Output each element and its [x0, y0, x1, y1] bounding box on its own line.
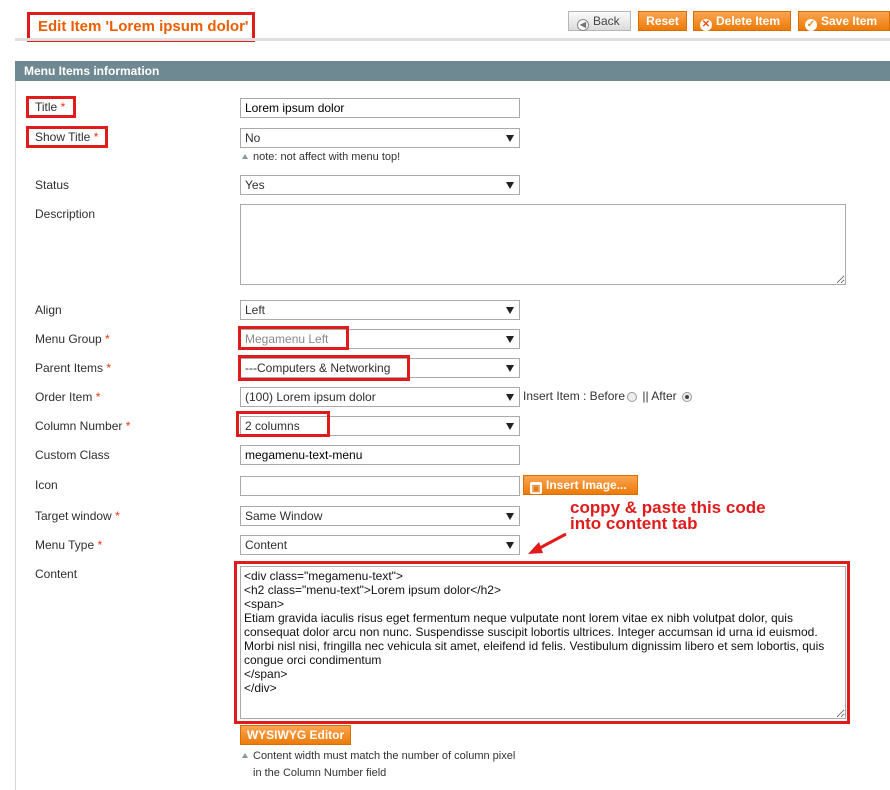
back-button[interactable]: ◀ Back: [568, 11, 631, 31]
icon-label: Icon: [35, 478, 58, 492]
dropdown-arrow-icon: [506, 336, 514, 343]
target-window-label: Target window *: [35, 509, 120, 523]
dropdown-arrow-icon: [506, 365, 514, 372]
reset-button-label: Reset: [646, 14, 679, 28]
insert-image-button[interactable]: ▣ Insert Image...: [523, 475, 638, 495]
align-label: Align: [35, 303, 62, 317]
show-title-label: Show Title *: [26, 126, 108, 148]
parent-items-label: Parent Items *: [35, 361, 112, 375]
section-header: Menu Items information: [15, 61, 890, 81]
custom-class-label: Custom Class: [35, 448, 110, 462]
wysiwyg-editor-label: WYSIWYG Editor: [246, 728, 345, 742]
insert-image-label: Insert Image...: [546, 478, 627, 492]
align-select[interactable]: Left: [240, 300, 520, 320]
dropdown-arrow-icon: [506, 394, 514, 401]
content-note: Content width must match the number of c…: [242, 750, 515, 762]
save-check-icon: ✓: [805, 19, 817, 31]
content-note-line2: in the Column Number field: [253, 767, 387, 779]
order-item-label: Order Item *: [35, 390, 101, 404]
dropdown-arrow-icon: [506, 307, 514, 314]
annotation-text: coppy & paste this code into content tab: [570, 498, 766, 533]
title-input[interactable]: [240, 98, 520, 118]
title-divider: [15, 38, 890, 41]
delete-item-button[interactable]: ✕ Delete Item: [693, 11, 791, 31]
dropdown-arrow-icon: [506, 182, 514, 189]
content-label: Content: [35, 567, 78, 581]
note-triangle-icon: [242, 753, 248, 758]
icon-input[interactable]: [240, 476, 520, 496]
dropdown-arrow-icon: [506, 542, 514, 549]
description-textarea[interactable]: [240, 204, 846, 285]
dropdown-arrow-icon: [506, 423, 514, 430]
menu-type-select[interactable]: Content: [240, 535, 520, 555]
image-icon: ▣: [530, 482, 542, 494]
content-textarea[interactable]: <div class="megamenu-text"> <h2 class="m…: [240, 566, 846, 719]
order-item-select[interactable]: (100) Lorem ipsum dolor: [240, 387, 520, 407]
wysiwyg-editor-button[interactable]: WYSIWYG Editor: [240, 725, 351, 745]
annotation-arrow-icon: [528, 532, 567, 554]
show-title-select[interactable]: No: [240, 128, 520, 148]
show-title-note: note: not affect with menu top!: [242, 151, 400, 163]
insert-item-group: Insert Item : Before || After: [523, 389, 694, 403]
reset-button[interactable]: Reset: [638, 11, 687, 31]
column-number-label: Column Number *: [35, 419, 131, 433]
custom-class-input[interactable]: [240, 445, 520, 465]
insert-after-radio[interactable]: [681, 392, 692, 402]
note-triangle-icon: [242, 154, 248, 159]
save-item-button[interactable]: ✓ Save Item: [798, 11, 890, 31]
insert-before-radio[interactable]: [627, 392, 638, 402]
column-number-highlight: [236, 411, 330, 437]
menu-type-label: Menu Type *: [35, 538, 103, 552]
description-label: Description: [35, 207, 96, 221]
back-arrow-icon: ◀: [577, 19, 589, 31]
menu-group-highlight: [238, 326, 349, 350]
delete-x-icon: ✕: [700, 19, 712, 31]
dropdown-arrow-icon: [506, 135, 514, 142]
target-window-select[interactable]: Same Window: [240, 506, 520, 526]
save-button-label: Save Item: [821, 14, 878, 28]
parent-items-highlight: [238, 355, 410, 381]
title-label: Title *: [26, 96, 76, 118]
dropdown-arrow-icon: [506, 513, 514, 520]
status-select[interactable]: Yes: [240, 175, 520, 195]
back-button-label: Back: [593, 14, 620, 28]
delete-button-label: Delete Item: [716, 14, 781, 28]
menu-group-label: Menu Group *: [35, 332, 110, 346]
status-label: Status: [35, 178, 70, 192]
